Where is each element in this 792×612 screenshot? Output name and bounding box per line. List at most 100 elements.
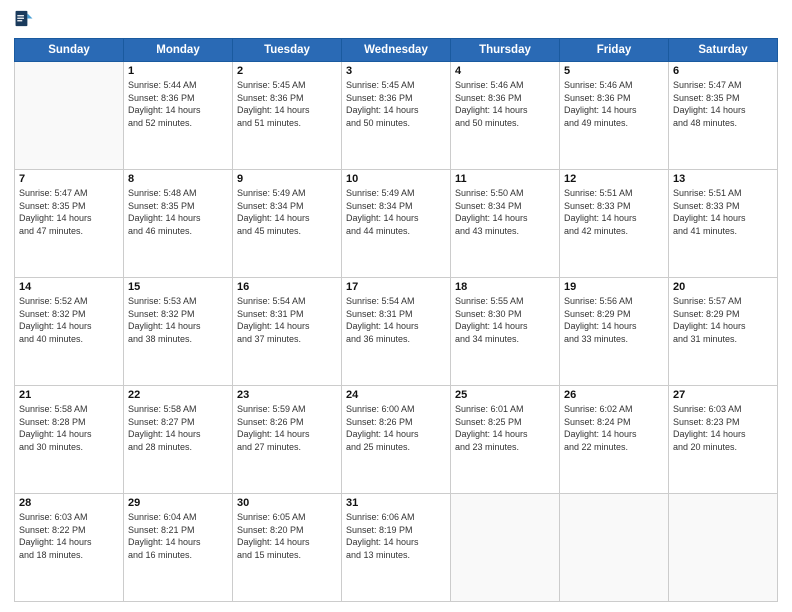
header bbox=[14, 10, 778, 32]
cell-info: Sunrise: 5:52 AMSunset: 8:32 PMDaylight:… bbox=[19, 295, 119, 345]
day-number: 10 bbox=[346, 173, 446, 185]
calendar-cell: 7 Sunrise: 5:47 AMSunset: 8:35 PMDaylight… bbox=[15, 170, 124, 278]
cell-info: Sunrise: 5:44 AMSunset: 8:36 PMDaylight:… bbox=[128, 79, 228, 129]
week-row-0: 1Sunrise: 5:44 AMSunset: 8:36 PMDaylight… bbox=[15, 62, 778, 170]
calendar-cell: 27Sunrise: 6:03 AMSunset: 8:23 PMDayligh… bbox=[669, 386, 778, 494]
cell-info: Sunrise: 5:47 AMSunset: 8:35 PMDaylight:… bbox=[673, 79, 773, 129]
cell-info: Sunrise: 5:59 AMSunset: 8:26 PMDaylight:… bbox=[237, 403, 337, 453]
day-number: 26 bbox=[564, 389, 664, 401]
calendar-cell: 19 Sunrise: 5:56 AMSunset: 8:29 PMDayligh… bbox=[560, 278, 669, 386]
calendar-cell: 22 Sunrise: 5:58 AMSunset: 8:27 PMDayligh… bbox=[124, 386, 233, 494]
day-number: 23 bbox=[237, 389, 337, 401]
day-number: 15 bbox=[128, 281, 228, 293]
weekday-saturday: Saturday bbox=[669, 39, 778, 62]
cell-info: Sunrise: 6:00 AMSunset: 8:26 PMDaylight:… bbox=[346, 403, 446, 453]
day-number: 19 bbox=[564, 281, 664, 293]
calendar-cell: 30 Sunrise: 6:05 AMSunset: 8:20 PMDayligh… bbox=[233, 494, 342, 602]
day-number: 2 bbox=[237, 65, 337, 77]
cell-info: Sunrise: 5:56 AMSunset: 8:29 PMDaylight:… bbox=[564, 295, 664, 345]
calendar-cell: 29Sunrise: 6:04 AMSunset: 8:21 PMDayligh… bbox=[124, 494, 233, 602]
day-number: 16 bbox=[237, 281, 337, 293]
calendar-cell: 10 Sunrise: 5:49 AMSunset: 8:34 PMDayligh… bbox=[342, 170, 451, 278]
weekday-sunday: Sunday bbox=[15, 39, 124, 62]
calendar-cell: 5 Sunrise: 5:46 AMSunset: 8:36 PMDaylight… bbox=[560, 62, 669, 170]
cell-info: Sunrise: 6:03 AMSunset: 8:22 PMDaylight:… bbox=[19, 511, 119, 561]
cell-info: Sunrise: 5:54 AMSunset: 8:31 PMDaylight:… bbox=[237, 295, 337, 345]
cell-info: Sunrise: 5:47 AMSunset: 8:35 PMDaylight:… bbox=[19, 187, 119, 237]
weekday-friday: Friday bbox=[560, 39, 669, 62]
cell-info: Sunrise: 5:49 AMSunset: 8:34 PMDaylight:… bbox=[237, 187, 337, 237]
day-number: 31 bbox=[346, 497, 446, 509]
calendar-cell: 21 Sunrise: 5:58 AMSunset: 8:28 PMDayligh… bbox=[15, 386, 124, 494]
day-number: 5 bbox=[564, 65, 664, 77]
weekday-monday: Monday bbox=[124, 39, 233, 62]
logo-icon bbox=[14, 10, 34, 32]
calendar-cell: 4 Sunrise: 5:46 AMSunset: 8:36 PMDaylight… bbox=[451, 62, 560, 170]
calendar-cell: 8 Sunrise: 5:48 AMSunset: 8:35 PMDaylight… bbox=[124, 170, 233, 278]
cell-info: Sunrise: 6:06 AMSunset: 8:19 PMDaylight:… bbox=[346, 511, 446, 561]
day-number: 6 bbox=[673, 65, 773, 77]
cell-info: Sunrise: 5:46 AMSunset: 8:36 PMDaylight:… bbox=[564, 79, 664, 129]
calendar-cell: 13 Sunrise: 5:51 AMSunset: 8:33 PMDayligh… bbox=[669, 170, 778, 278]
calendar-cell: 15Sunrise: 5:53 AMSunset: 8:32 PMDayligh… bbox=[124, 278, 233, 386]
calendar-cell: 2 Sunrise: 5:45 AMSunset: 8:36 PMDaylight… bbox=[233, 62, 342, 170]
calendar-cell: 3 Sunrise: 5:45 AMSunset: 8:36 PMDaylight… bbox=[342, 62, 451, 170]
day-number: 12 bbox=[564, 173, 664, 185]
weekday-header-row: SundayMondayTuesdayWednesdayThursdayFrid… bbox=[15, 39, 778, 62]
day-number: 13 bbox=[673, 173, 773, 185]
cell-info: Sunrise: 5:54 AMSunset: 8:31 PMDaylight:… bbox=[346, 295, 446, 345]
logo bbox=[14, 10, 38, 32]
day-number: 4 bbox=[455, 65, 555, 77]
cell-info: Sunrise: 6:05 AMSunset: 8:20 PMDaylight:… bbox=[237, 511, 337, 561]
week-row-3: 21 Sunrise: 5:58 AMSunset: 8:28 PMDayligh… bbox=[15, 386, 778, 494]
cell-info: Sunrise: 5:46 AMSunset: 8:36 PMDaylight:… bbox=[455, 79, 555, 129]
week-row-2: 14 Sunrise: 5:52 AMSunset: 8:32 PMDayligh… bbox=[15, 278, 778, 386]
cell-info: Sunrise: 5:51 AMSunset: 8:33 PMDaylight:… bbox=[673, 187, 773, 237]
calendar-cell: 26 Sunrise: 6:02 AMSunset: 8:24 PMDayligh… bbox=[560, 386, 669, 494]
cell-info: Sunrise: 5:49 AMSunset: 8:34 PMDaylight:… bbox=[346, 187, 446, 237]
calendar-cell: 23 Sunrise: 5:59 AMSunset: 8:26 PMDayligh… bbox=[233, 386, 342, 494]
calendar-cell bbox=[560, 494, 669, 602]
weekday-wednesday: Wednesday bbox=[342, 39, 451, 62]
cell-info: Sunrise: 5:55 AMSunset: 8:30 PMDaylight:… bbox=[455, 295, 555, 345]
week-row-4: 28 Sunrise: 6:03 AMSunset: 8:22 PMDayligh… bbox=[15, 494, 778, 602]
day-number: 29 bbox=[128, 497, 228, 509]
calendar-cell: 11Sunrise: 5:50 AMSunset: 8:34 PMDayligh… bbox=[451, 170, 560, 278]
cell-info: Sunrise: 6:02 AMSunset: 8:24 PMDaylight:… bbox=[564, 403, 664, 453]
weekday-tuesday: Tuesday bbox=[233, 39, 342, 62]
calendar-body: 1Sunrise: 5:44 AMSunset: 8:36 PMDaylight… bbox=[15, 62, 778, 602]
calendar-cell bbox=[451, 494, 560, 602]
cell-info: Sunrise: 5:45 AMSunset: 8:36 PMDaylight:… bbox=[346, 79, 446, 129]
day-number: 18 bbox=[455, 281, 555, 293]
calendar-cell: 9Sunrise: 5:49 AMSunset: 8:34 PMDaylight… bbox=[233, 170, 342, 278]
day-number: 30 bbox=[237, 497, 337, 509]
day-number: 28 bbox=[19, 497, 119, 509]
cell-info: Sunrise: 5:48 AMSunset: 8:35 PMDaylight:… bbox=[128, 187, 228, 237]
day-number: 7 bbox=[19, 173, 119, 185]
day-number: 8 bbox=[128, 173, 228, 185]
cell-info: Sunrise: 5:51 AMSunset: 8:33 PMDaylight:… bbox=[564, 187, 664, 237]
calendar-cell: 28 Sunrise: 6:03 AMSunset: 8:22 PMDayligh… bbox=[15, 494, 124, 602]
cell-info: Sunrise: 5:58 AMSunset: 8:27 PMDaylight:… bbox=[128, 403, 228, 453]
week-row-1: 7 Sunrise: 5:47 AMSunset: 8:35 PMDaylight… bbox=[15, 170, 778, 278]
day-number: 21 bbox=[19, 389, 119, 401]
calendar-cell: 16 Sunrise: 5:54 AMSunset: 8:31 PMDayligh… bbox=[233, 278, 342, 386]
day-number: 14 bbox=[19, 281, 119, 293]
calendar-cell: 31 Sunrise: 6:06 AMSunset: 8:19 PMDayligh… bbox=[342, 494, 451, 602]
calendar-cell: 24Sunrise: 6:00 AMSunset: 8:26 PMDayligh… bbox=[342, 386, 451, 494]
calendar-cell: 18 Sunrise: 5:55 AMSunset: 8:30 PMDayligh… bbox=[451, 278, 560, 386]
day-number: 22 bbox=[128, 389, 228, 401]
calendar-cell: 1Sunrise: 5:44 AMSunset: 8:36 PMDaylight… bbox=[124, 62, 233, 170]
calendar-cell: 20 Sunrise: 5:57 AMSunset: 8:29 PMDayligh… bbox=[669, 278, 778, 386]
cell-info: Sunrise: 5:58 AMSunset: 8:28 PMDaylight:… bbox=[19, 403, 119, 453]
calendar-cell bbox=[15, 62, 124, 170]
cell-info: Sunrise: 5:57 AMSunset: 8:29 PMDaylight:… bbox=[673, 295, 773, 345]
cell-info: Sunrise: 5:50 AMSunset: 8:34 PMDaylight:… bbox=[455, 187, 555, 237]
day-number: 20 bbox=[673, 281, 773, 293]
cell-info: Sunrise: 5:45 AMSunset: 8:36 PMDaylight:… bbox=[237, 79, 337, 129]
day-number: 3 bbox=[346, 65, 446, 77]
calendar-cell: 25Sunrise: 6:01 AMSunset: 8:25 PMDayligh… bbox=[451, 386, 560, 494]
weekday-thursday: Thursday bbox=[451, 39, 560, 62]
day-number: 17 bbox=[346, 281, 446, 293]
cell-info: Sunrise: 6:01 AMSunset: 8:25 PMDaylight:… bbox=[455, 403, 555, 453]
